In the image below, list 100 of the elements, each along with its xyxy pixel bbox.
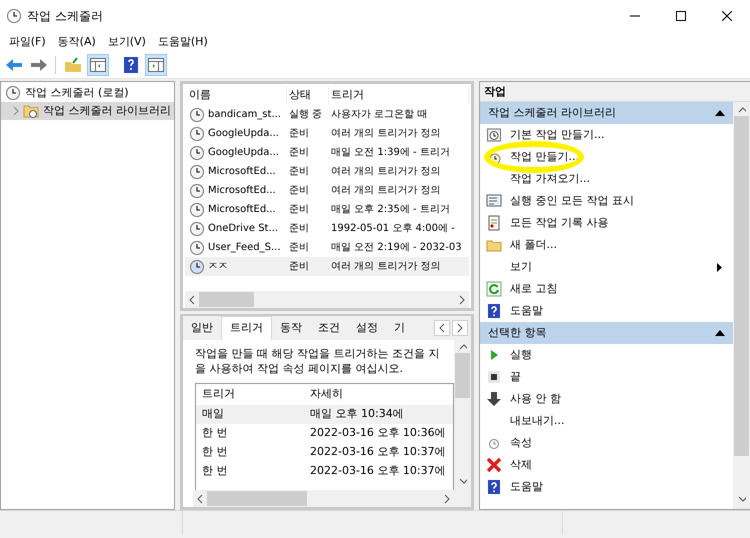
task-name[interactable]: MicrosoftEd...: [208, 164, 276, 179]
tab[interactable]: 기: [386, 317, 413, 340]
task-name[interactable]: MicrosoftEd...: [208, 183, 276, 198]
task-status: 준비: [288, 146, 310, 160]
scroll-left-icon[interactable]: [188, 294, 196, 304]
trigger-type: 한 번: [201, 425, 228, 441]
collapse-icon[interactable]: [715, 330, 725, 336]
window-title: 작업 스케줄러: [27, 8, 103, 25]
task-status: 준비: [288, 260, 310, 274]
trigger-detail: 2022-03-16 오후 10:37에: [309, 463, 446, 479]
app-clock-icon: [6, 8, 22, 24]
folder-clock-icon: [23, 103, 39, 119]
minimize-icon[interactable]: [630, 15, 640, 17]
help-icon: [486, 479, 502, 495]
scrollbar-thumb[interactable]: [734, 116, 749, 456]
task-name[interactable]: GoogleUpda...: [208, 145, 279, 160]
task-status: 준비: [288, 184, 310, 198]
scrollbar-thumb[interactable]: [199, 292, 254, 307]
task-clock-icon: [189, 144, 205, 160]
trigger-detail: 2022-03-16 오후 10:36에: [309, 425, 446, 441]
pane-title: 작업: [480, 82, 750, 102]
collapse-icon[interactable]: [715, 110, 725, 116]
tab-scroll-left-icon[interactable]: [438, 322, 446, 333]
action-link[interactable]: 끝: [480, 366, 733, 388]
task-name[interactable]: ㅈㅈ: [208, 259, 228, 274]
clock-icon: [5, 85, 21, 101]
task-name[interactable]: MicrosoftEd...: [208, 202, 276, 217]
column-header[interactable]: 상태: [287, 87, 329, 104]
section-header[interactable]: 선택한 항목: [480, 322, 733, 344]
tab[interactable]: 동작: [272, 317, 310, 340]
tab-scroll-right-icon[interactable]: [456, 322, 464, 333]
maximize-icon[interactable]: [676, 11, 686, 21]
stop-icon: [486, 369, 502, 385]
refresh-icon: [486, 281, 502, 297]
task-clock-icon: [189, 164, 205, 180]
menu-item[interactable]: 파일(F): [2, 32, 52, 52]
description-text: 작업을 만들 때 해당 작업을 트리거하는 조건을 지 을 사용하여 작업 속성 페이지를 여십시오.: [195, 346, 440, 376]
tab[interactable]: 일반: [183, 317, 221, 340]
action-link[interactable]: 사용 안 함: [480, 388, 733, 410]
trigger-type: 한 번: [201, 444, 228, 460]
task-trigger: 여러 개의 트리거가 정의: [331, 166, 441, 177]
column-header[interactable]: 트리거: [196, 386, 306, 402]
action-link[interactable]: 새로 고침: [480, 278, 733, 300]
column-header[interactable]: 트리거: [329, 87, 469, 104]
action-link[interactable]: 도움말: [480, 476, 733, 498]
task-clock-icon: [189, 126, 205, 142]
action-link[interactable]: 모든 작업 기록 사용: [480, 212, 733, 234]
task-clock-icon: [189, 258, 205, 274]
action-link[interactable]: 기본 작업 만들기...: [480, 124, 733, 146]
column-header[interactable]: 자세히: [306, 386, 343, 402]
task-status: 준비: [288, 203, 310, 217]
action-link[interactable]: 작업 가져오기...: [480, 168, 733, 190]
task-trigger: 여러 개의 트리거가 정의: [331, 185, 441, 196]
task-clock-icon: [189, 202, 205, 218]
task-name[interactable]: GoogleUpda...: [208, 126, 279, 141]
action-link[interactable]: 실행: [480, 344, 733, 366]
task-trigger: 여러 개의 트리거가 정의: [331, 128, 441, 139]
menu-item[interactable]: 동작(A): [52, 32, 102, 52]
task-trigger: 매일 오후 2:35에 - 트리거: [331, 204, 450, 215]
menu-item[interactable]: 도움말(H): [152, 32, 214, 52]
action-link[interactable]: 내보내기...: [480, 410, 733, 432]
action-link[interactable]: 속성: [480, 432, 733, 454]
task-clock-icon: [189, 240, 205, 256]
trigger-type: 한 번: [201, 463, 228, 479]
task-name[interactable]: bandicam_st...: [208, 107, 281, 122]
task-name[interactable]: OneDrive St...: [208, 221, 278, 236]
task-clock-icon: [189, 220, 205, 236]
task-trigger: 사용자가 로그온할 때: [331, 109, 428, 120]
tab[interactable]: 트리거: [221, 316, 272, 340]
action-link[interactable]: 삭제: [480, 454, 733, 476]
scrollbar-thumb[interactable]: [207, 491, 307, 506]
task-name[interactable]: User_Feed_S...: [208, 240, 281, 255]
column-header[interactable]: 이름: [185, 87, 287, 104]
console-tree-button[interactable]: [86, 54, 109, 76]
task-trigger: 매일 오전 1:39에 - 트리거: [331, 147, 450, 158]
close-icon[interactable]: [722, 11, 732, 21]
down-arrow-icon: [486, 391, 502, 407]
trigger-detail: 2022-03-16 오후 10:37에: [309, 444, 446, 460]
scroll-left-icon[interactable]: [196, 494, 204, 504]
tree-item[interactable]: 작업 스케줄러 (로컬): [25, 84, 129, 102]
calendar-clock-icon: [486, 127, 502, 143]
task-trigger: 여러 개의 트리거가 정의: [331, 261, 441, 272]
task-status: 준비: [288, 165, 310, 179]
action-link[interactable]: 도움말: [480, 300, 733, 322]
scroll-right-icon[interactable]: [458, 294, 466, 304]
task-status: 준비: [288, 222, 310, 236]
task-status: 실행 중: [288, 108, 324, 122]
action-pane-button[interactable]: [145, 54, 167, 76]
menu-item[interactable]: 보기(V): [102, 32, 152, 52]
scroll-right-icon[interactable]: [443, 494, 451, 504]
scrollbar-thumb[interactable]: [455, 352, 470, 398]
tab[interactable]: 설정: [348, 317, 386, 340]
log-icon: [486, 215, 502, 231]
task-status: 준비: [288, 241, 310, 255]
action-link[interactable]: 작업 만들기...: [480, 146, 733, 168]
section-header[interactable]: 작업 스케줄러 라이브러리: [480, 102, 733, 124]
tab[interactable]: 조건: [310, 317, 348, 340]
action-link[interactable]: 실행 중인 모든 작업 표시: [480, 190, 733, 212]
action-link[interactable]: 보기: [480, 256, 733, 278]
action-link[interactable]: 새 폴더...: [480, 234, 733, 256]
